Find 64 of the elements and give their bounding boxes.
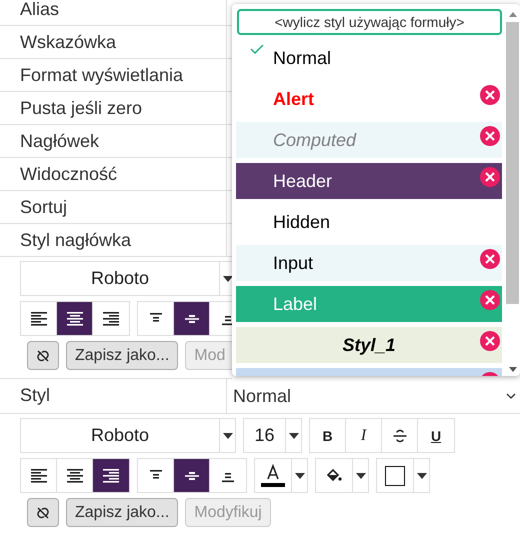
scroll-down-icon[interactable] — [508, 367, 516, 372]
align-icon — [30, 468, 46, 482]
align-icon — [103, 312, 119, 326]
caret-icon — [222, 432, 232, 438]
unlink-icon — [36, 348, 50, 362]
vertical-align-button[interactable] — [174, 459, 210, 492]
align-icon — [66, 312, 82, 326]
style-option[interactable]: Computed — [236, 122, 502, 158]
vertical-align-button[interactable] — [174, 302, 210, 335]
font-size-select[interactable]: 16 — [243, 418, 302, 453]
text-color-icon — [260, 462, 286, 488]
unlink-button[interactable] — [27, 341, 59, 370]
style-name: Computed — [273, 130, 356, 150]
text-color-picker[interactable] — [254, 458, 308, 493]
style-name: Alert — [273, 88, 314, 110]
style-name: Normal — [273, 48, 332, 68]
property-label: Nagłówek — [0, 125, 227, 157]
fill-color-picker[interactable] — [315, 458, 369, 493]
property-label: Widoczność — [0, 158, 227, 190]
style-name: Input — [273, 252, 314, 274]
property-label: Wskazówka — [0, 26, 227, 58]
unlink-button[interactable] — [27, 498, 59, 527]
align-button[interactable] — [57, 302, 93, 335]
property-label: Alias — [0, 0, 227, 25]
style-name: Label — [273, 294, 318, 314]
property-label: Sortuj — [0, 191, 227, 223]
property-label: Format wyświetlania — [0, 59, 227, 91]
style-option[interactable]: Styl_1 — [236, 327, 502, 363]
style-name: Header — [273, 170, 332, 192]
border-icon — [385, 466, 405, 486]
delete-icon[interactable] — [480, 331, 500, 351]
caret-icon — [222, 276, 232, 282]
caret-icon — [288, 432, 298, 438]
save-as-button[interactable]: Zapisz jako... — [66, 498, 178, 527]
border-picker[interactable] — [376, 458, 430, 493]
align-icon — [30, 312, 46, 326]
align-icon — [66, 468, 82, 482]
strikethrough-icon — [392, 428, 406, 442]
scroll-up-icon[interactable] — [508, 12, 516, 17]
caret-icon — [294, 472, 304, 478]
style-name: Styl_1 — [341, 334, 397, 356]
style-select[interactable]: Normal — [227, 379, 520, 413]
align-button[interactable] — [93, 459, 129, 492]
style-name: Hidden — [273, 212, 330, 232]
align-icon — [103, 468, 119, 482]
delete-icon[interactable] — [480, 126, 500, 146]
property-label: Styl nagłówka — [0, 224, 227, 256]
delete-icon[interactable] — [480, 85, 500, 105]
delete-icon[interactable] — [480, 167, 500, 187]
caret-icon — [416, 472, 426, 478]
checkmark-icon — [250, 44, 264, 54]
font-select[interactable]: Roboto — [20, 418, 236, 453]
style-option[interactable]: Header — [236, 163, 502, 199]
unlink-icon — [36, 506, 50, 520]
property-label: Pusta jeśli zero — [0, 92, 227, 124]
paint-bucket-icon — [325, 468, 343, 484]
property-label: Styl — [0, 379, 227, 413]
caret-icon — [356, 472, 366, 478]
delete-icon[interactable] — [480, 290, 500, 310]
chevron-down-icon — [506, 393, 516, 399]
style-option[interactable]: Input — [236, 245, 502, 281]
save-as-button[interactable]: Zapisz jako... — [66, 341, 178, 370]
delete-icon[interactable] — [480, 249, 500, 269]
formula-button[interactable]: <wylicz styl używając formuły> — [237, 9, 502, 35]
